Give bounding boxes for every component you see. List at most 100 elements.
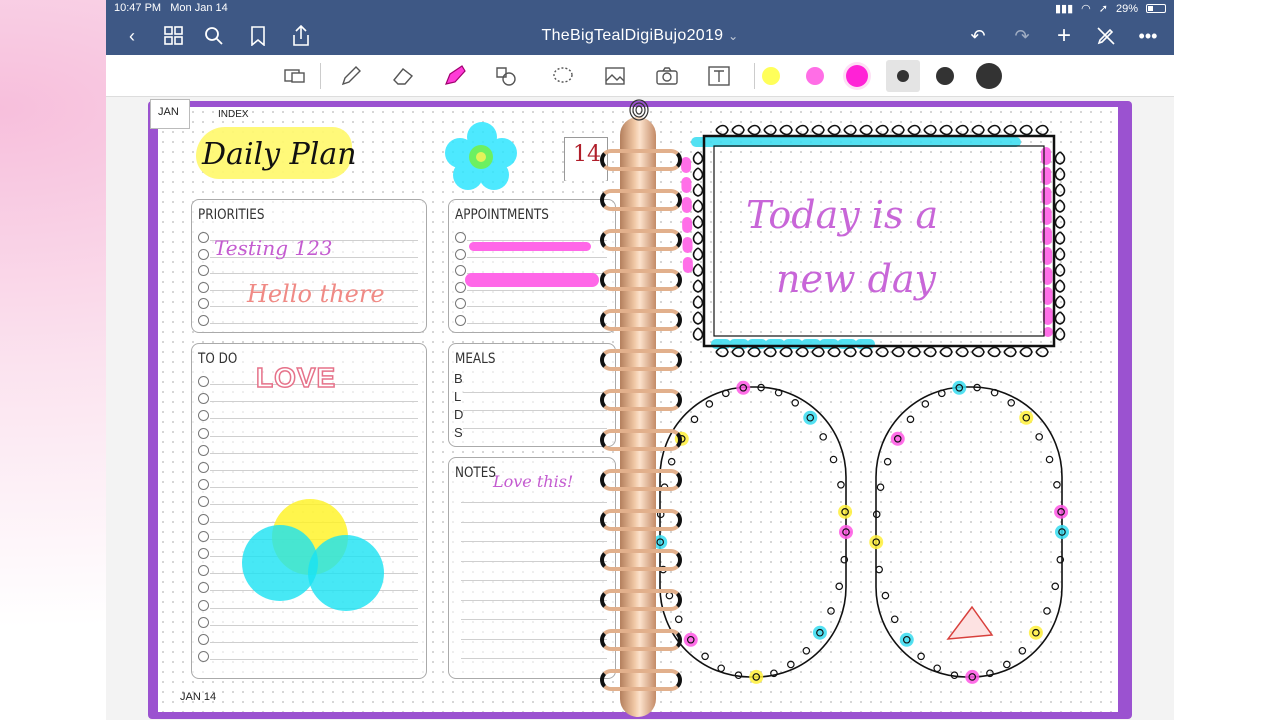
zoom-tool-icon[interactable] [282, 63, 308, 89]
pen-size-medium[interactable] [936, 67, 954, 85]
checkbox-circle[interactable] [198, 314, 209, 326]
shapes-tool-icon[interactable] [494, 63, 520, 89]
lasso-tool-icon[interactable] [550, 63, 576, 89]
ruled-line [210, 418, 418, 420]
priorities-box[interactable]: PRIORITIES Testing 123 Hello there [191, 199, 427, 333]
document-title-text: TheBigTealDigiBujo2019 [541, 27, 724, 44]
checkbox-circle[interactable] [198, 634, 209, 645]
leaf-doodle [1054, 263, 1066, 277]
priorities-text-2: Hello there [247, 280, 385, 308]
leaf-doodle [763, 124, 777, 136]
checkbox-circle[interactable] [198, 232, 209, 243]
binder-ring [600, 509, 682, 531]
leaf-doodle [987, 124, 1001, 136]
notes-box[interactable]: NOTES Love this! [448, 457, 616, 679]
leaf-doodle [907, 124, 921, 136]
pen-size-large[interactable] [976, 63, 1002, 89]
leaf-doodle [747, 124, 761, 136]
checkbox-circle[interactable] [455, 248, 466, 260]
checkbox-circle[interactable] [198, 565, 209, 577]
ruled-line [210, 624, 418, 626]
checkbox-circle[interactable] [455, 281, 466, 293]
leaf-doodle [827, 124, 841, 136]
magenta-swatch[interactable] [846, 65, 868, 87]
checkbox-circle[interactable] [198, 548, 209, 559]
ruled-line [461, 658, 607, 659]
leaf-doodle [692, 247, 704, 261]
meals-box[interactable]: MEALS B L D S [448, 343, 616, 447]
index-label[interactable]: INDEX [218, 109, 249, 120]
checkbox-circle[interactable] [198, 444, 209, 456]
checkbox-circle[interactable] [198, 281, 209, 293]
checkbox-circle[interactable] [198, 265, 209, 276]
checkbox-circle[interactable] [198, 410, 209, 422]
checkbox-circle[interactable] [198, 298, 209, 309]
leaf-doodle [955, 346, 969, 358]
highlighter-tool-icon[interactable] [442, 63, 468, 89]
image-tool-icon[interactable] [602, 63, 628, 89]
more-icon[interactable]: ••• [1136, 24, 1160, 48]
text-tool-icon[interactable] [706, 63, 732, 89]
binder-ring [600, 149, 682, 171]
add-page-icon[interactable]: + [1052, 22, 1076, 49]
checkbox-circle[interactable] [455, 265, 466, 276]
checkbox-circle[interactable] [198, 427, 209, 439]
checkbox-circle[interactable] [198, 582, 209, 594]
leaf-doodle [891, 346, 905, 358]
month-tab-label: JAN [158, 106, 179, 118]
checkbox-circle[interactable] [198, 462, 209, 473]
checkbox-circle[interactable] [198, 530, 209, 542]
notebook-canvas[interactable]: JAN INDEX Daily Plan 14 PRIORITIES Testi… [106, 97, 1174, 720]
status-bar: 10:47 PM Mon Jan 14 ▮▮▮ ◠ ➚ 29% [106, 0, 1174, 18]
pen-tool-icon[interactable] [338, 63, 364, 89]
checkbox-circle[interactable] [198, 599, 209, 611]
priorities-text-1: Testing 123 [214, 236, 333, 260]
flower-doodle [1053, 480, 1061, 489]
flower-doodle [906, 415, 915, 424]
flower-doodle [791, 399, 800, 407]
pen-size-small[interactable] [897, 70, 909, 82]
appointments-box[interactable]: APPOINTMENTS [448, 199, 616, 333]
flower-doodle [1018, 646, 1027, 655]
checkbox-circle[interactable] [455, 232, 466, 243]
flower-doodle [1045, 455, 1054, 464]
month-tab[interactable]: JAN [150, 99, 190, 129]
meal-dinner: D [454, 407, 464, 422]
left-page[interactable]: JAN INDEX Daily Plan 14 PRIORITIES Testi… [150, 99, 636, 712]
checkbox-circle[interactable] [198, 496, 209, 508]
binder-ring [600, 309, 682, 331]
leaf-doodle [939, 346, 953, 358]
eraser-tool-icon[interactable] [390, 63, 416, 89]
leaf-doodle [811, 124, 825, 136]
checkbox-circle[interactable] [198, 376, 209, 387]
checkbox-circle[interactable] [455, 314, 466, 326]
yellow-swatch[interactable] [762, 67, 780, 85]
color-dot [1019, 410, 1034, 425]
checkbox-circle[interactable] [455, 298, 466, 309]
checkbox-circle[interactable] [198, 513, 209, 525]
checkbox-circle[interactable] [198, 248, 209, 260]
pink-swatch[interactable] [806, 67, 824, 85]
ruled-line [210, 452, 418, 454]
todo-box[interactable]: TO DO LOVE [191, 343, 427, 679]
redo-icon[interactable]: ↷ [1010, 24, 1034, 48]
todo-title: TO DO [198, 350, 238, 367]
leaf-doodle [1054, 295, 1066, 309]
pen-off-icon[interactable] [1094, 24, 1118, 48]
checkbox-circle[interactable] [198, 479, 209, 491]
camera-tool-icon[interactable] [654, 63, 680, 89]
leaf-doodle [1054, 279, 1066, 293]
ruled-line [461, 580, 607, 581]
checkbox-circle[interactable] [198, 651, 209, 663]
battery-percent: 29% [1115, 2, 1138, 15]
leaf-doodle [955, 124, 969, 136]
checkbox-circle[interactable] [198, 616, 209, 628]
footer-date: JAN 14 [180, 691, 217, 703]
ruled-line [210, 435, 418, 437]
color-dot [899, 632, 914, 647]
checkbox-circle[interactable] [198, 393, 209, 405]
ruled-line [461, 541, 607, 542]
right-page[interactable]: Today is a new day [636, 107, 1118, 712]
binder-ring [600, 429, 682, 451]
undo-icon[interactable]: ↶ [966, 24, 990, 48]
